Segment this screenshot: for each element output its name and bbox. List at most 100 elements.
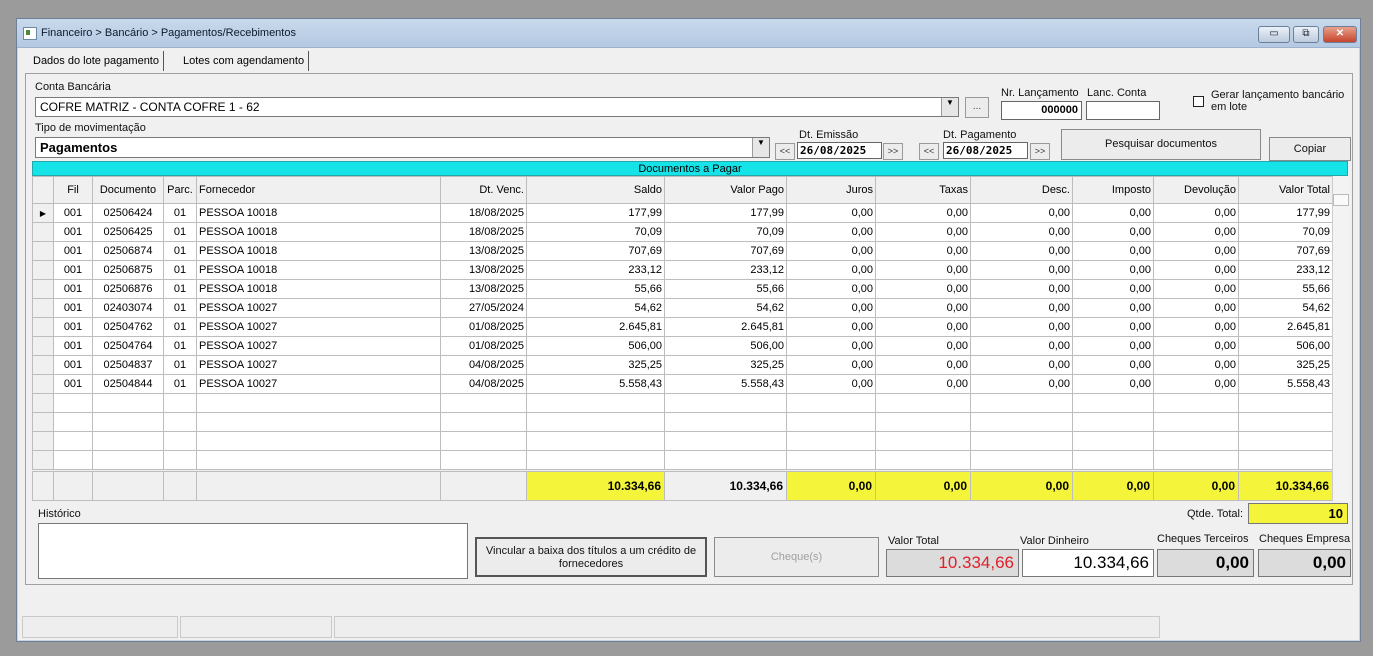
tab-lotes-agendamento[interactable]: Lotes com agendamento	[179, 51, 310, 71]
table-row[interactable]	[32, 450, 1333, 470]
table-cell: 0,00	[875, 260, 971, 280]
col-header[interactable]: Fil	[53, 176, 93, 204]
table-cell: 01	[163, 222, 197, 242]
table-cell	[970, 450, 1073, 470]
col-header[interactable]: Devolução	[1153, 176, 1239, 204]
table-row[interactable]: ▶ 001 02506424 01 PESSOA 10018 18/08/2025 177,…	[32, 203, 1333, 223]
table-row[interactable]: 001 02504764 01 PESSOA 10027 01/08/2025 506,0…	[32, 336, 1333, 356]
table-cell: 177,99	[664, 203, 787, 223]
dt-emissao-prev-button[interactable]: <<	[775, 143, 795, 160]
lanc-conta-field[interactable]	[1086, 101, 1160, 120]
col-header[interactable]: Dt. Venc.	[440, 176, 527, 204]
chevron-down-icon[interactable]: ▼	[752, 138, 769, 157]
table-cell: 0,00	[970, 374, 1073, 394]
table-cell: 0,00	[1153, 222, 1239, 242]
valor-dinheiro-field[interactable]: 10.334,66	[1022, 549, 1154, 577]
col-header[interactable]: Parc.	[163, 176, 197, 204]
nr-lancamento-field[interactable]: 000000	[1001, 101, 1082, 120]
col-header[interactable]: Desc.	[970, 176, 1073, 204]
grid-scrollbar[interactable]	[1332, 176, 1349, 501]
table-cell: 0,00	[875, 203, 971, 223]
table-cell: 325,25	[1238, 355, 1333, 375]
table-cell: 01	[163, 203, 197, 223]
col-header[interactable]: Fornecedor	[196, 176, 441, 204]
col-header[interactable]: Valor Total	[1238, 176, 1333, 204]
qtde-total-label: Qtde. Total:	[1187, 508, 1244, 520]
table-cell: PESSOA 10027	[196, 355, 441, 375]
dt-pagamento-next-button[interactable]: >>	[1030, 143, 1050, 160]
table-row[interactable]	[32, 393, 1333, 413]
table-cell	[53, 431, 93, 451]
table-cell	[440, 412, 527, 432]
valor-total-label: Valor Total	[888, 535, 939, 547]
grid-scrollbar-thumb[interactable]	[1333, 194, 1349, 206]
table-cell	[163, 412, 197, 432]
col-header[interactable]: Saldo	[526, 176, 665, 204]
col-header[interactable]: Valor Pago	[664, 176, 787, 204]
table-row[interactable]	[32, 431, 1333, 451]
col-header[interactable]: Imposto	[1072, 176, 1154, 204]
title-bar[interactable]: Financeiro > Bancário > Pagamentos/Receb…	[17, 19, 1360, 48]
dt-pagamento-prev-button[interactable]: <<	[919, 143, 939, 160]
documents-table: Fil Documento Parc. Fornecedor Dt. Venc.…	[32, 176, 1333, 470]
close-button[interactable]: ✕	[1323, 26, 1357, 43]
copiar-button[interactable]: Copiar	[1269, 137, 1351, 161]
col-header[interactable]: Taxas	[875, 176, 971, 204]
table-cell: 001	[53, 279, 93, 299]
table-cell: 01/08/2025	[440, 317, 527, 337]
table-cell: 02506876	[92, 279, 164, 299]
table-cell: 02506424	[92, 203, 164, 223]
table-cell	[92, 450, 164, 470]
pesquisar-documentos-button[interactable]: Pesquisar documentos	[1061, 129, 1261, 160]
conta-bancaria-select[interactable]: COFRE MATRIZ - CONTA COFRE 1 - 62 ▼	[35, 97, 959, 117]
historico-field[interactable]	[38, 523, 468, 579]
table-cell	[1238, 412, 1333, 432]
table-row[interactable]	[32, 412, 1333, 432]
cheques-button[interactable]: Cheque(s)	[714, 537, 879, 577]
table-cell	[786, 450, 876, 470]
table-row[interactable]: 001 02506425 01 PESSOA 10018 18/08/2025 70,09…	[32, 222, 1333, 242]
table-row[interactable]: 001 02506875 01 PESSOA 10018 13/08/2025 233,1…	[32, 260, 1333, 280]
tipo-movimentacao-select[interactable]: Pagamentos ▼	[35, 137, 770, 158]
conta-bancaria-label: Conta Bancária	[35, 81, 111, 93]
table-row[interactable]: 001 02504762 01 PESSOA 10027 01/08/2025 2.645…	[32, 317, 1333, 337]
table-cell: 0,00	[970, 279, 1073, 299]
conta-bancaria-value: COFRE MATRIZ - CONTA COFRE 1 - 62	[40, 100, 260, 114]
table-cell	[196, 412, 441, 432]
table-cell: 506,00	[526, 336, 665, 356]
table-cell: 325,25	[526, 355, 665, 375]
tab-dados-lote[interactable]: Dados do lote pagamento	[29, 51, 164, 71]
chevron-down-icon[interactable]: ▼	[941, 98, 958, 116]
gerar-lancamento-label: Gerar lançamento bancário em lote	[1211, 89, 1345, 113]
table-cell: 0,00	[1072, 298, 1154, 318]
minimize-button[interactable]: ▭	[1258, 26, 1290, 43]
table-row[interactable]: 001 02506874 01 PESSOA 10018 13/08/2025 707,6…	[32, 241, 1333, 261]
dt-pagamento-field[interactable]: 26/08/2025	[943, 142, 1028, 159]
table-cell	[1072, 412, 1154, 432]
vincular-credito-button[interactable]: Vincular a baixa dos títulos a um crédit…	[475, 537, 707, 577]
col-header[interactable]: Documento	[92, 176, 164, 204]
table-cell: 0,00	[1153, 355, 1239, 375]
table-row[interactable]: 001 02504844 01 PESSOA 10027 04/08/2025 5.558…	[32, 374, 1333, 394]
dt-emissao-field[interactable]: 26/08/2025	[797, 142, 882, 159]
table-row[interactable]: 001 02504837 01 PESSOA 10027 04/08/2025 325,2…	[32, 355, 1333, 375]
gerar-lancamento-checkbox[interactable]	[1193, 96, 1204, 107]
table-cell	[664, 393, 787, 413]
cheques-empresa-value: 0,00	[1258, 549, 1351, 577]
table-cell	[875, 393, 971, 413]
table-cell: 0,00	[1072, 374, 1154, 394]
dt-emissao-next-button[interactable]: >>	[883, 143, 903, 160]
table-cell: 13/08/2025	[440, 279, 527, 299]
table-cell	[53, 393, 93, 413]
table-row[interactable]: 001 02403074 01 PESSOA 10027 27/05/2024 54,62…	[32, 298, 1333, 318]
table-cell	[970, 431, 1073, 451]
table-cell: 0,00	[970, 222, 1073, 242]
table-cell: 0,00	[786, 260, 876, 280]
restore-button[interactable]: ⧉	[1293, 26, 1319, 43]
table-row[interactable]: 001 02506876 01 PESSOA 10018 13/08/2025 55,66…	[32, 279, 1333, 299]
table-cell: 27/05/2024	[440, 298, 527, 318]
col-header[interactable]: Juros	[786, 176, 876, 204]
ellipsis-button[interactable]: ...	[965, 97, 989, 118]
table-cell: 2.645,81	[1238, 317, 1333, 337]
table-cell: 02504764	[92, 336, 164, 356]
